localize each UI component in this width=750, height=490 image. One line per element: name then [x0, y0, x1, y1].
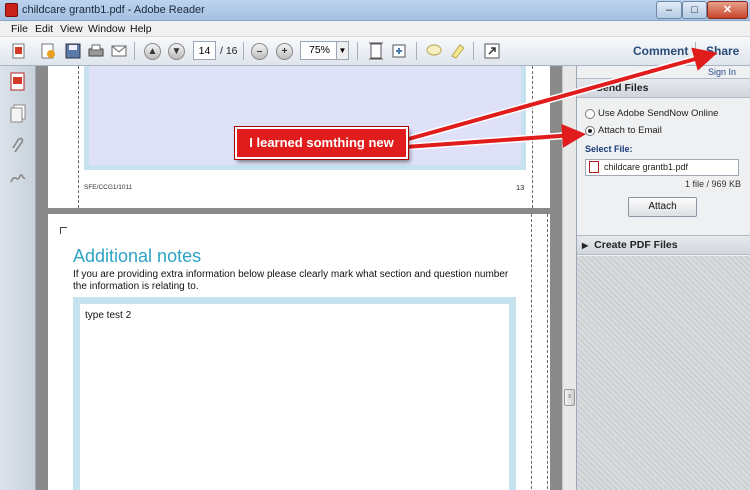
- annotation-arrows: [404, 47, 718, 151]
- annotation-callout: I learned somthing new: [235, 127, 408, 159]
- arrow-to-attach-option: [404, 123, 586, 149]
- arrow-to-share: [404, 47, 718, 142]
